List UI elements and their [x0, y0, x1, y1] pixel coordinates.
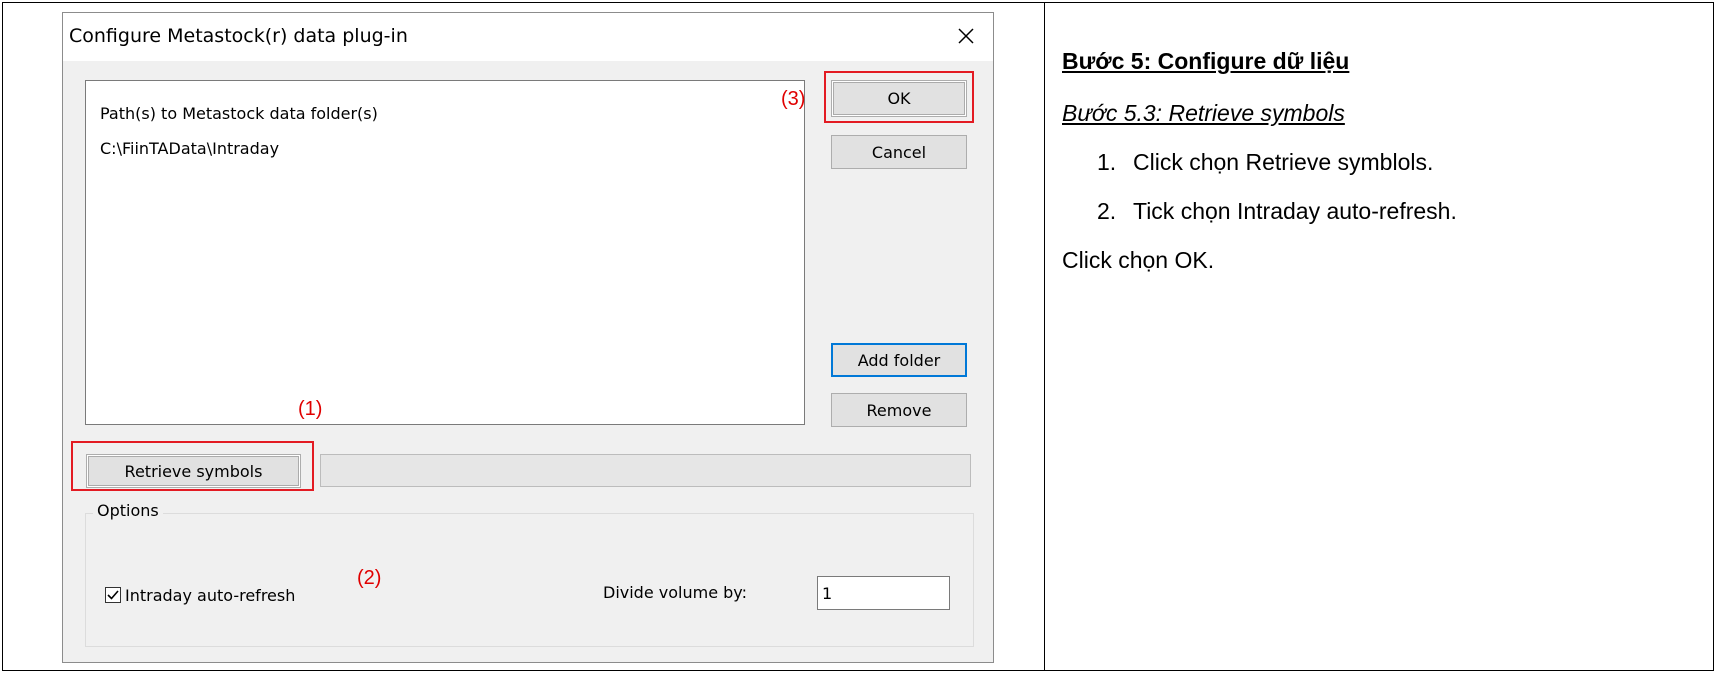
step-number: 2.	[1097, 198, 1117, 224]
add-folder-button[interactable]: Add folder	[831, 343, 967, 377]
dialog-titlebar: Configure Metastock(r) data plug-in	[63, 13, 993, 61]
dialog-title: Configure Metastock(r) data plug-in	[69, 25, 408, 47]
step-text: Tick chọn Intraday auto-refresh.	[1133, 198, 1457, 224]
checkmark-icon	[107, 590, 119, 600]
intraday-auto-refresh-label[interactable]: Intraday auto-refresh	[125, 586, 295, 605]
annotation-intraday: (2)	[357, 567, 382, 589]
cancel-button[interactable]: Cancel	[831, 135, 967, 169]
divide-volume-input[interactable]	[817, 576, 950, 610]
folder-list[interactable]: Path(s) to Metastock data folder(s) C:\F…	[85, 80, 805, 425]
step-heading: Bước 5: Configure dữ liệu	[1062, 48, 1350, 74]
final-instruction: Click chọn OK.	[1062, 247, 1215, 273]
remove-button[interactable]: Remove	[831, 393, 967, 427]
retrieve-progress-bar	[320, 454, 971, 487]
ok-highlight-box	[824, 71, 974, 123]
close-icon[interactable]	[953, 23, 979, 49]
step-text: Click chọn Retrieve symblols.	[1133, 149, 1434, 175]
folder-list-header: Path(s) to Metastock data folder(s)	[100, 104, 378, 123]
step-subheading: Bước 5.3: Retrieve symbols	[1062, 100, 1345, 126]
intraday-auto-refresh-checkbox[interactable]	[105, 587, 121, 603]
step-number: 1.	[1097, 149, 1117, 175]
annotation-retrieve: (1)	[298, 398, 323, 420]
annotation-ok: (3)	[781, 88, 806, 110]
divide-volume-label: Divide volume by:	[603, 583, 747, 602]
retrieve-highlight-box	[71, 441, 314, 491]
folder-list-item[interactable]: C:\FiinTAData\Intraday	[100, 139, 279, 158]
column-divider	[1044, 2, 1045, 671]
options-legend: Options	[93, 501, 163, 520]
